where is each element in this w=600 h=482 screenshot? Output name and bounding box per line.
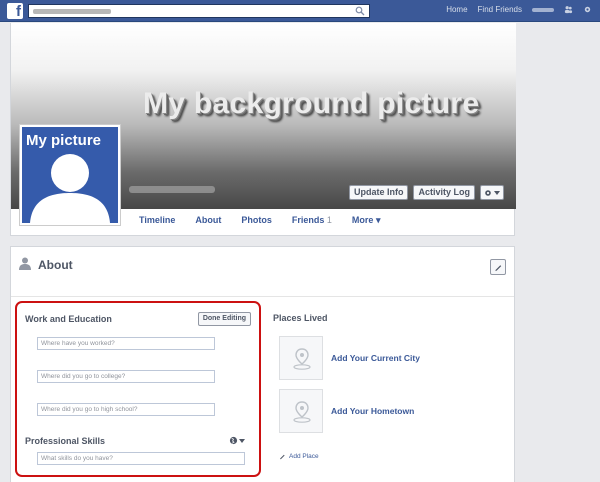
top-navigation-bar: f Home Find Friends [0, 0, 600, 22]
professional-skills-title: Professional Skills [25, 436, 106, 446]
profile-picture-image: My picture [22, 127, 118, 223]
hometown-row[interactable]: Add Your Hometown [279, 389, 414, 433]
profile-picture[interactable]: My picture [19, 124, 121, 226]
chevron-down-icon [494, 190, 500, 195]
done-editing-button[interactable]: Done Editing [197, 312, 251, 326]
update-info-button[interactable]: Update Info [348, 185, 409, 200]
globe-icon [229, 436, 238, 445]
privacy-selector[interactable] [229, 436, 245, 445]
map-pin-icon [293, 401, 311, 423]
work-and-education-title: Work and Education [25, 314, 112, 324]
find-friends-link[interactable]: Find Friends [478, 5, 522, 14]
top-nav-links: Home Find Friends [446, 5, 592, 14]
user-name-blurred[interactable] [532, 7, 554, 12]
profile-tabs: Timeline About Photos Friends 1 More ▾ [139, 215, 380, 226]
activity-log-button[interactable]: Activity Log [413, 185, 475, 200]
profile-name-blurred [129, 186, 215, 193]
friend-requests-icon[interactable] [564, 5, 573, 14]
search-blurred-text [33, 9, 111, 14]
chevron-down-icon: ▾ [375, 215, 381, 225]
current-city-row[interactable]: Add Your Current City [279, 336, 420, 380]
add-hometown-link[interactable]: Add Your Hometown [331, 406, 414, 416]
college-field[interactable]: Where did you go to college? [37, 370, 215, 383]
add-current-city-link[interactable]: Add Your Current City [331, 353, 420, 363]
current-city-thumbnail [279, 336, 323, 380]
tab-more[interactable]: More ▾ [352, 215, 381, 226]
search-input[interactable] [28, 4, 370, 18]
about-header: About [11, 247, 514, 297]
facebook-logo[interactable]: f [7, 3, 23, 19]
tab-friends[interactable]: Friends 1 [292, 215, 332, 226]
tab-timeline[interactable]: Timeline [139, 215, 175, 226]
add-place-label: Add Place [289, 453, 319, 460]
friends-count: 1 [326, 215, 332, 225]
places-lived-title: Places Lived [273, 313, 328, 323]
person-icon [19, 257, 31, 270]
edit-about-button[interactable] [490, 259, 506, 275]
tab-more-label: More [351, 215, 374, 225]
settings-dropdown-button[interactable] [480, 185, 504, 200]
profile-header: My background picture Update Info Activi… [10, 23, 516, 236]
chevron-down-icon [239, 438, 245, 443]
gear-icon[interactable] [583, 5, 592, 14]
work-field[interactable]: Where have you worked? [37, 337, 215, 350]
pencil-icon [495, 265, 502, 272]
profile-picture-text: My picture [26, 132, 102, 149]
search-icon[interactable] [355, 6, 365, 16]
cover-action-buttons: Update Info Activity Log [348, 185, 504, 200]
work-and-education-editor: Work and Education Done Editing Where ha… [15, 301, 261, 477]
cover-photo-text: My background picture [143, 87, 480, 120]
tab-about[interactable]: About [195, 215, 221, 226]
home-link[interactable]: Home [446, 5, 467, 14]
pencil-icon [280, 454, 285, 460]
skills-field[interactable]: What skills do you have? [37, 452, 245, 465]
about-title: About [38, 258, 73, 272]
tab-friends-label: Friends [291, 215, 325, 225]
hometown-thumbnail [279, 389, 323, 433]
add-place-link[interactable]: Add Place [279, 453, 319, 460]
map-pin-icon [293, 348, 311, 370]
about-section: About Work and Education Done Editing Wh… [10, 246, 515, 482]
high-school-field[interactable]: Where did you go to high school? [37, 403, 215, 416]
gear-icon [485, 189, 491, 196]
tab-photos[interactable]: Photos [241, 215, 272, 226]
